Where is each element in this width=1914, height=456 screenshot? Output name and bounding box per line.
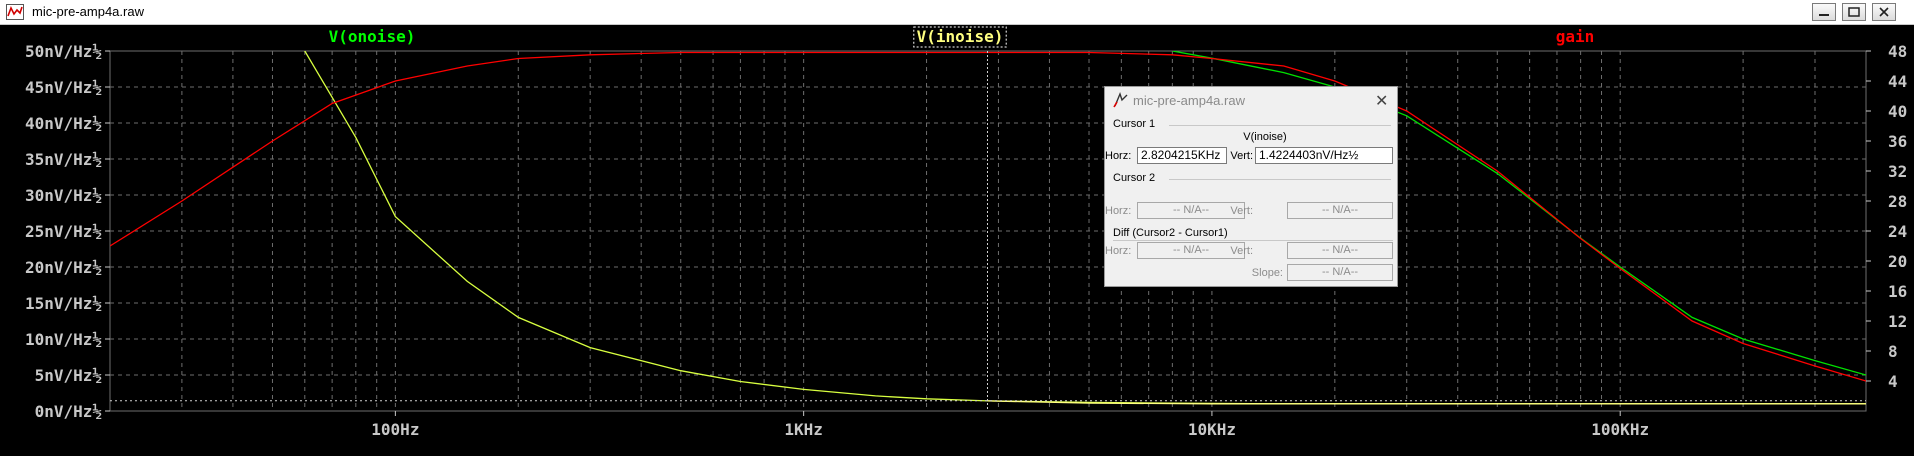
- cursor1-trace-name: V(inoise): [1243, 131, 1287, 143]
- diff-slope-field: -- N/A--: [1287, 264, 1393, 281]
- right-axis-label: 36: [1888, 132, 1907, 151]
- divider: [1169, 125, 1391, 126]
- diff-vert-field: -- N/A--: [1287, 242, 1393, 259]
- plot-canvas[interactable]: 50nV/Hz½45nV/Hz½40nV/Hz½35nV/Hz½30nV/Hz½…: [0, 25, 1914, 456]
- right-axis-label: 44: [1888, 72, 1907, 91]
- cursor2-vert-label: Vert:: [1230, 205, 1253, 217]
- cursor-probe-icon: [1113, 92, 1128, 108]
- right-axis-label: 8: [1888, 342, 1898, 361]
- left-axis-label: 5nV/Hz½: [35, 366, 102, 385]
- cursor2-vert-field: -- N/A--: [1287, 202, 1393, 219]
- cursor1-heading: Cursor 1: [1113, 118, 1156, 130]
- maximize-button[interactable]: [1842, 3, 1866, 21]
- window-title: mic-pre-amp4a.raw: [32, 4, 144, 19]
- right-axis-label: 20: [1888, 252, 1907, 271]
- trace-label-gain[interactable]: gain: [1556, 27, 1595, 46]
- divider: [1169, 179, 1391, 180]
- x-axis-label: 10KHz: [1188, 420, 1236, 439]
- dialog-close-icon[interactable]: ✕: [1375, 91, 1388, 111]
- diff-slope-label: Slope:: [1251, 267, 1283, 279]
- right-axis-label: 12: [1888, 312, 1907, 331]
- right-axis-label: 32: [1888, 162, 1907, 181]
- left-axis-label: 10nV/Hz½: [25, 330, 102, 349]
- left-axis-label: 40nV/Hz½: [25, 114, 102, 133]
- right-axis-label: 28: [1888, 192, 1907, 211]
- cursor1-vert-field[interactable]: 1.4224403nV/Hz½: [1255, 147, 1393, 164]
- waveform-app-icon: [6, 4, 24, 20]
- cursor1-vert-label: Vert:: [1230, 150, 1253, 162]
- cursor1-horz-label: Horz:: [1105, 150, 1132, 162]
- minimize-icon: [1819, 14, 1829, 16]
- left-axis-label: 25nV/Hz½: [25, 222, 102, 241]
- divider: [1113, 240, 1393, 241]
- x-axis-label: 100KHz: [1591, 420, 1649, 439]
- cursor2-horz-label: Horz:: [1105, 205, 1132, 217]
- left-axis-label: 45nV/Hz½: [25, 78, 102, 97]
- trace-label-v-inoise[interactable]: V(inoise): [917, 27, 1004, 46]
- diff-vert-label: Vert:: [1230, 245, 1253, 257]
- plot-frame: [109, 50, 1867, 412]
- left-axis-label: 30nV/Hz½: [25, 186, 102, 205]
- close-icon: [1879, 7, 1889, 17]
- diff-heading: Diff (Cursor2 - Cursor1): [1113, 227, 1228, 239]
- left-axis-label: 0nV/Hz½: [35, 402, 102, 421]
- left-axis-label: 15nV/Hz½: [25, 294, 102, 313]
- cursor1-horz-field[interactable]: 2.8204215KHz: [1137, 147, 1227, 164]
- left-axis-label: 50nV/Hz½: [25, 42, 102, 61]
- x-axis-label: 1KHz: [784, 420, 823, 439]
- restore-icon: [1848, 7, 1860, 17]
- cursor2-heading: Cursor 2: [1113, 172, 1156, 184]
- diff-horz-label: Horz:: [1105, 245, 1132, 257]
- trace-v-onoise: [304, 51, 1866, 405]
- trace-gain: [110, 51, 1866, 382]
- cursor-dialog[interactable]: mic-pre-amp4a.raw ✕ Cursor 1 V(inoise) H…: [1104, 86, 1398, 287]
- cursor-dialog-title: mic-pre-amp4a.raw: [1133, 93, 1245, 108]
- right-axis-label: 4: [1888, 372, 1898, 391]
- left-axis-label: 35nV/Hz½: [25, 150, 102, 169]
- right-axis-label: 24: [1888, 222, 1907, 241]
- right-axis-label: 48: [1888, 42, 1907, 61]
- x-axis-label: 100Hz: [371, 420, 419, 439]
- minimize-button[interactable]: [1812, 3, 1836, 21]
- left-axis-label: 20nV/Hz½: [25, 258, 102, 277]
- trace-label-v-onoise[interactable]: V(onoise): [329, 27, 416, 46]
- waveform-plot[interactable]: 50nV/Hz½ 45nV/Hz½ 40nV/Hz½ 35nV/Hz½ 30nV/Hz½…: [0, 25, 1914, 456]
- right-axis-label: 40: [1888, 102, 1907, 121]
- window-title-bar: mic-pre-amp4a.raw: [0, 0, 1914, 25]
- close-button[interactable]: [1872, 3, 1896, 21]
- right-axis-label: 16: [1888, 282, 1907, 301]
